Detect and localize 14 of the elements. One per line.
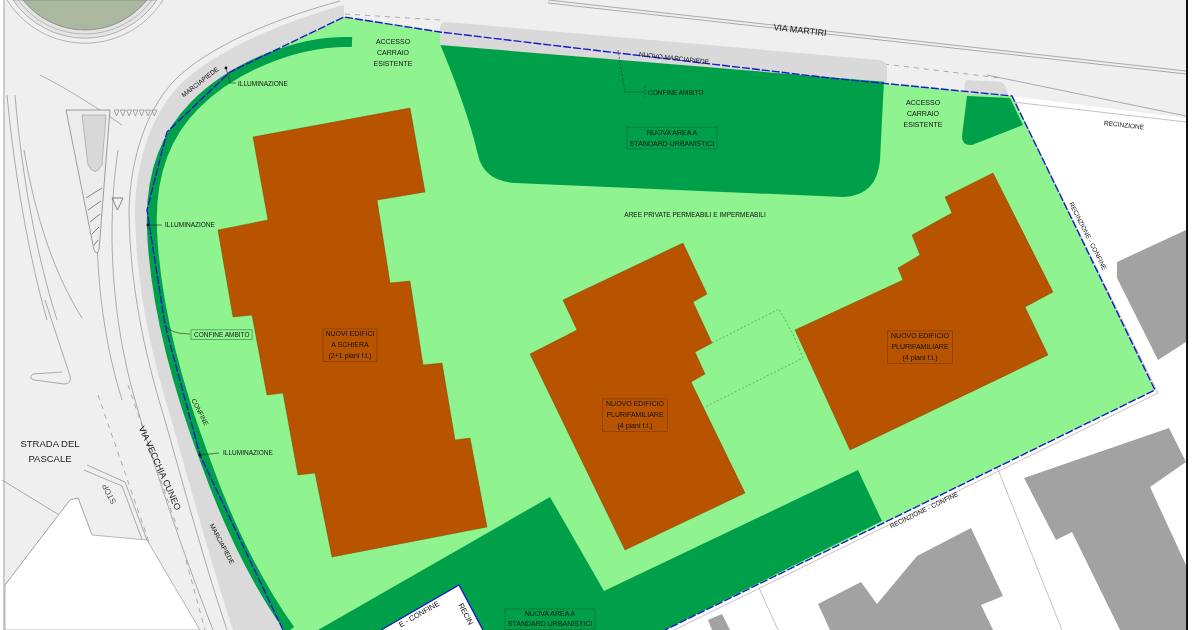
yield-triangle-icon [111,197,124,211]
lamp-marker-icon [146,223,150,227]
street-name: VIA MARTIRI [772,22,828,39]
leader-line [147,224,163,226]
lamp-marker-icon [198,453,202,457]
leader-line [225,67,237,84]
yield-line-drawing [113,109,158,117]
lamp-marker-icon [224,66,228,70]
planted-area [962,96,1023,146]
sidewalk [964,80,1008,95]
street-name: STRADA DEL PASCALE [20,437,80,464]
leader-line [199,452,220,456]
neighbor-building [708,614,730,630]
leader-line [164,324,191,335]
